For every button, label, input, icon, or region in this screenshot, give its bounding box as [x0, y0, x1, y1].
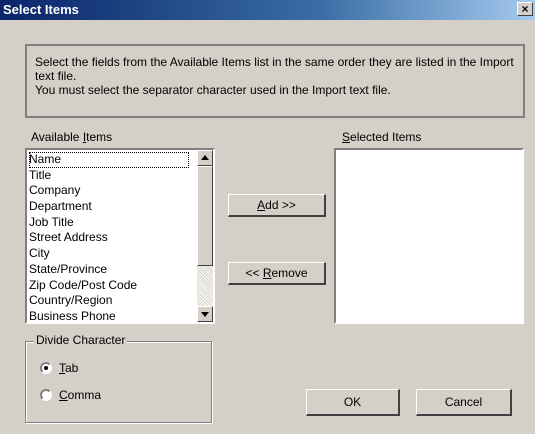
scroll-up-arrow-icon	[201, 155, 209, 160]
selected-items-list[interactable]	[334, 148, 524, 324]
tab-radio-button[interactable]	[40, 362, 52, 374]
instructions-line-1: Select the fields from the Available Ite…	[35, 55, 514, 83]
available-item[interactable]: Zip Code/Post Code	[29, 278, 195, 294]
tab-radio-label[interactable]: Tab	[59, 361, 78, 375]
available-item[interactable]: Department	[29, 199, 195, 215]
title-bar: Select Items ×	[0, 0, 535, 20]
available-item[interactable]: Company	[29, 183, 195, 199]
instructions-box: Select the fields from the Available Ite…	[25, 44, 525, 118]
scroll-thumb[interactable]	[197, 166, 213, 266]
available-items-label: Available Items	[31, 130, 113, 144]
scroll-down-arrow-icon	[201, 312, 209, 317]
ok-button[interactable]: OK	[306, 389, 400, 416]
close-icon: ×	[521, 2, 529, 16]
available-items-scrollbar[interactable]	[197, 150, 213, 322]
available-item[interactable]: State/Province	[29, 262, 195, 278]
comma-radio-button[interactable]	[40, 389, 52, 401]
scroll-down-button[interactable]	[197, 306, 213, 322]
selected-items-label: Selected Items	[342, 130, 422, 144]
instructions-line-2: You must select the separator character …	[35, 83, 391, 97]
add-button[interactable]: Add >>	[228, 194, 326, 217]
remove-button[interactable]: << Remove	[228, 262, 326, 285]
available-item[interactable]: Street Address	[29, 230, 195, 246]
available-item[interactable]: Title	[29, 168, 195, 184]
available-item[interactable]: Country/Region	[29, 293, 195, 309]
available-items-list[interactable]: Name Title Company Department Job Title Stree…	[25, 148, 215, 324]
divide-character-legend: Divide Character	[34, 333, 128, 347]
available-item[interactable]: Business Phone	[29, 309, 195, 322]
divide-character-group: Divide Character Tab Comma	[25, 333, 212, 423]
available-item[interactable]: City	[29, 246, 195, 262]
window-title: Select Items	[3, 2, 79, 17]
available-item[interactable]: Job Title	[29, 215, 195, 231]
scroll-up-button[interactable]	[197, 150, 213, 166]
comma-radio-label[interactable]: Comma	[59, 388, 101, 402]
available-item[interactable]: Name	[29, 152, 189, 168]
close-button[interactable]: ×	[517, 2, 533, 16]
cancel-button[interactable]: Cancel	[416, 389, 512, 416]
